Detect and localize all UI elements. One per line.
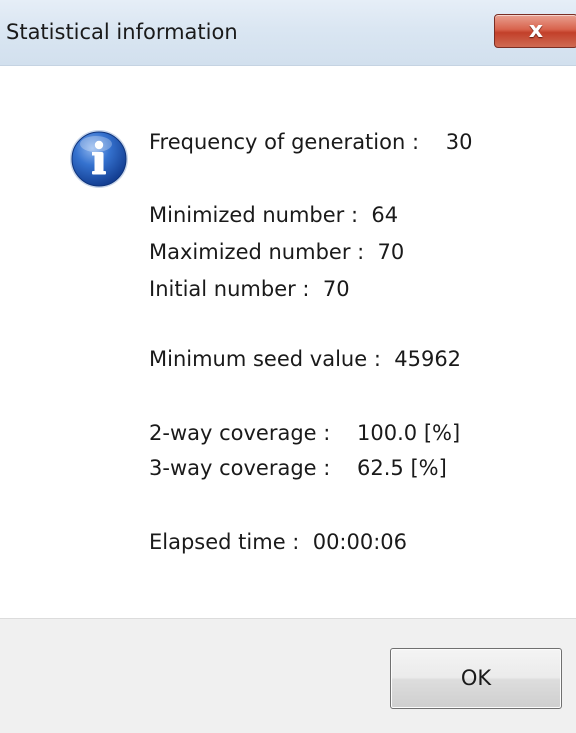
window-title: Statistical information <box>6 20 238 44</box>
minimized-number-text: Minimized number : 64 <box>149 203 399 227</box>
ok-button[interactable]: OK <box>390 648 562 709</box>
elapsed-time-text: Elapsed time : 00:00:06 <box>149 530 408 554</box>
close-icon: x <box>528 18 544 43</box>
two-way-coverage-text: 2-way coverage : 100.0 [%] <box>149 421 461 445</box>
frequency-of-generation-text: Frequency of generation : 30 <box>149 130 473 154</box>
three-way-coverage-text: 3-way coverage : 62.5 [%] <box>149 456 447 480</box>
close-button[interactable]: x <box>494 14 576 48</box>
maximized-number-text: Maximized number : 70 <box>149 240 405 264</box>
title-bar[interactable]: Statistical information x <box>0 0 576 66</box>
minimum-seed-value-text: Minimum seed value : 45962 <box>149 347 462 371</box>
initial-number-text: Initial number : 70 <box>149 277 350 301</box>
statistical-information-dialog: Statistical information x Frequency of g… <box>0 0 576 733</box>
information-icon <box>70 130 128 188</box>
